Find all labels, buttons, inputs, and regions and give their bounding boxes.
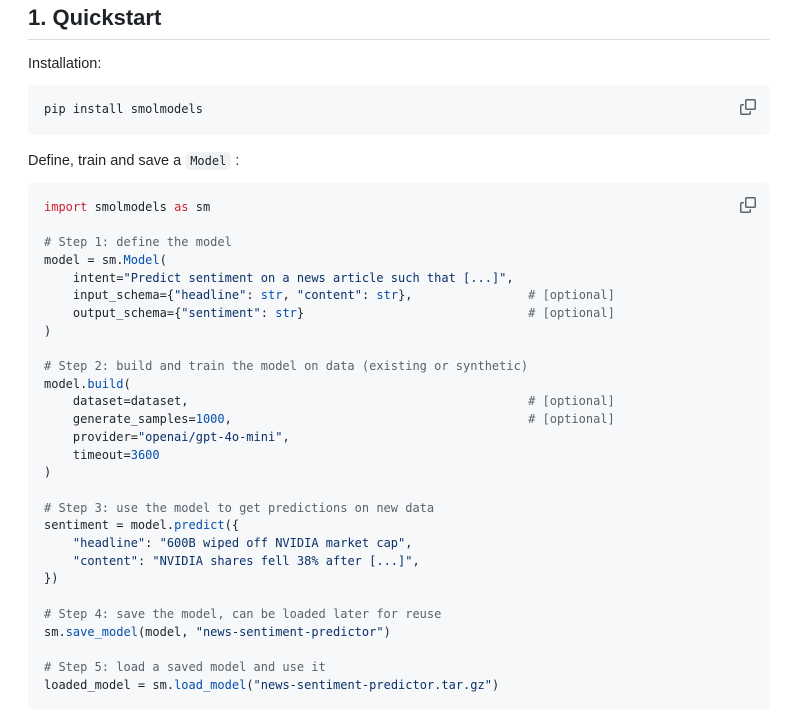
define-paragraph: Define, train and save a Model : [28,151,770,173]
code-line: model = sm.Model( [44,252,754,270]
code-line: }) [44,570,754,588]
code-line: "headline": "600B wiped off NVIDIA marke… [44,535,754,553]
code-line: sm.save_model(model, "news-sentiment-pre… [44,624,754,642]
code-line: timeout=3600 [44,447,754,465]
code-line: dataset=dataset, # [optional] [44,393,754,411]
code-line: ) [44,464,754,482]
code-line: intent="Predict sentiment on a news arti… [44,270,754,288]
define-prefix: Define, train and save a [28,153,185,169]
copy-button[interactable] [734,191,762,219]
code-line: "content": "NVIDIA shares fell 38% after… [44,553,754,571]
code-line: input_schema={"headline": str, "content"… [44,287,754,305]
code-line: pip install smolmodels [44,101,754,119]
copy-icon [740,197,756,213]
code-line [44,588,754,606]
copy-icon [740,99,756,115]
code-line: ) [44,323,754,341]
code-line: sentiment = model.predict({ [44,517,754,535]
page-title: 1. Quickstart [28,4,770,40]
code-body-quickstart: import smolmodels as sm # Step 1: define… [44,199,754,695]
code-line: # Step 5: load a saved model and use it [44,659,754,677]
code-line [44,216,754,234]
code-block-quickstart: import smolmodels as sm # Step 1: define… [28,183,770,711]
code-line: generate_samples=1000, # [optional] [44,411,754,429]
code-line [44,641,754,659]
code-line: # Step 3: use the model to get predictio… [44,500,754,518]
code-line [44,482,754,500]
installation-label: Installation: [28,54,770,76]
code-line: loaded_model = sm.load_model("news-senti… [44,677,754,695]
code-body-install: pip install smolmodels [44,101,754,119]
code-line: # Step 1: define the model [44,234,754,252]
inline-code-model: Model [185,152,231,170]
copy-button[interactable] [734,93,762,121]
code-line: # Step 4: save the model, can be loaded … [44,606,754,624]
code-line: # Step 2: build and train the model on d… [44,358,754,376]
code-line: provider="openai/gpt-4o-mini", [44,429,754,447]
code-line: model.build( [44,376,754,394]
define-suffix: : [231,153,239,169]
code-line [44,340,754,358]
readme-content: 1. Quickstart Installation: pip install … [0,0,800,710]
code-line: output_schema={"sentiment": str} # [opti… [44,305,754,323]
code-line: import smolmodels as sm [44,199,754,217]
code-block-install: pip install smolmodels [28,85,770,135]
